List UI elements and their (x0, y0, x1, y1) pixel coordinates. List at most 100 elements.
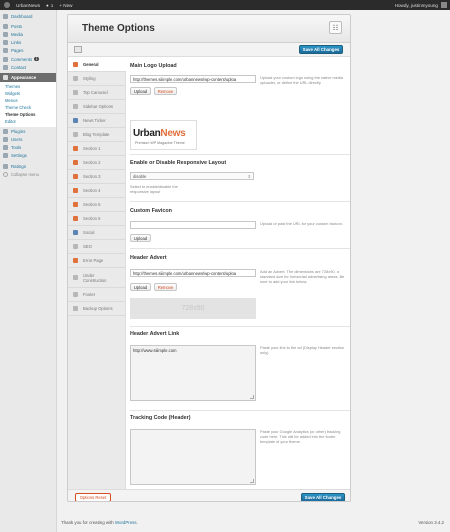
tab-sidebar-options[interactable]: Sidebar Options (68, 100, 125, 114)
submenu-widgets[interactable]: Widgets (0, 90, 56, 97)
sidebar-item-label: Links (11, 40, 22, 46)
comments-link[interactable]: ● 1 (46, 0, 53, 10)
logo-tagline: Premium WP Magazine Theme (135, 141, 185, 145)
sidebar-item-label: Media (11, 31, 23, 37)
sidebar-item-contact[interactable]: Contact (0, 63, 56, 71)
expand-toggle-icon[interactable] (74, 46, 82, 53)
divider (130, 326, 350, 327)
favicon-upload-button[interactable]: Upload (130, 234, 151, 242)
account-menu[interactable]: Howdy, justinmyoung (395, 0, 447, 10)
tab-label: Section 3 (83, 174, 101, 179)
advert-url-input[interactable]: http://themes.siiimple.com/urbannews/wp-… (130, 269, 256, 277)
tab-footer[interactable]: Footer (68, 288, 125, 302)
advert-remove-button[interactable]: Remove (154, 283, 177, 291)
submenu-themes[interactable]: Themes (0, 83, 56, 90)
footer-icon (73, 292, 78, 297)
tab-section-6[interactable]: Section 6 (68, 212, 125, 226)
footer-thanks: Thank you for creating with WordPress. (61, 520, 138, 525)
advert-upload-button[interactable]: Upload (130, 283, 151, 291)
tab-section-2[interactable]: Section 2 (68, 156, 125, 170)
tab-section-4[interactable]: Section 4 (68, 184, 125, 198)
favicon-description: Upload or past the URL for your custom f… (260, 221, 343, 226)
carousel-icon (73, 90, 78, 95)
sidebar-item-dashboard[interactable]: Dashboard (0, 12, 56, 20)
tab-label: Social (83, 230, 95, 235)
sidebar-item-tools[interactable]: Tools (0, 144, 56, 152)
tab-label: Section 5 (83, 202, 101, 207)
backup-icon (73, 306, 78, 311)
wordpress-logo-icon[interactable] (4, 2, 10, 8)
sidebar-item-plugins[interactable]: Plugins (0, 127, 56, 135)
resize-grip-icon[interactable] (250, 479, 254, 483)
logo-url-input[interactable]: http://themes.siiimple.com/urbannews/wp-… (130, 75, 256, 83)
divider (130, 248, 350, 249)
header-advert-title: Header Advert (130, 255, 167, 261)
save-all-changes-button-bottom[interactable]: Save All Changes (301, 493, 345, 501)
collapse-menu-button[interactable]: Collapse menu (0, 170, 56, 178)
options-toolbar: Save All Changes (68, 43, 350, 57)
tab-general[interactable]: General (68, 58, 126, 72)
submenu-theme-options[interactable]: Theme Options (0, 111, 56, 118)
tab-social[interactable]: Social (68, 226, 125, 240)
seo-icon (73, 244, 78, 249)
submenu-theme-check[interactable]: Theme Check (0, 104, 56, 111)
responsive-layout-select[interactable]: disable ⇕ (130, 172, 254, 180)
comments-badge: 1 (34, 57, 40, 62)
sidebar-item-ratings[interactable]: Ratings (0, 162, 56, 170)
tab-seo[interactable]: SEO (68, 240, 125, 254)
save-all-changes-button-top[interactable]: Save All Changes (299, 45, 343, 54)
sidebar-item-label: Users (11, 137, 23, 143)
sidebar-item-posts[interactable]: Posts (0, 22, 56, 30)
tab-styling[interactable]: Styling (68, 72, 125, 86)
tab-blog-template[interactable]: Blog Template (68, 128, 125, 142)
sidebar-item-comments[interactable]: Comments 1 (0, 55, 56, 63)
general-icon (73, 62, 78, 67)
sidebar-item-media[interactable]: Media (0, 30, 56, 38)
admin-footer: Thank you for creating with WordPress. V… (57, 518, 450, 532)
sidebar-item-pages[interactable]: Pages (0, 47, 56, 55)
theme-options-logo-icon: ☷ (329, 21, 342, 34)
new-content-link[interactable]: + New (59, 0, 72, 10)
tools-icon (3, 145, 8, 151)
tab-error-page[interactable]: Error Page (68, 254, 125, 268)
tab-top-carousel[interactable]: Top Carousel (68, 86, 125, 100)
favicon-url-input[interactable] (130, 221, 256, 229)
greeting: Howdy, justinmyoung (394, 2, 438, 8)
panel-footer: Options Reset Save All Changes (68, 489, 350, 501)
logo-upload-title: Main Logo Upload (130, 63, 177, 69)
submenu-menus[interactable]: Menus (0, 97, 56, 104)
divider (130, 154, 350, 155)
tab-section-3[interactable]: Section 3 (68, 170, 125, 184)
logo-remove-button[interactable]: Remove (154, 87, 177, 95)
logo-upload-button[interactable]: Upload (130, 87, 151, 95)
select-arrows-icon: ⇕ (247, 174, 251, 179)
advert-link-description: Paste your link to the ad (Display Heade… (260, 345, 345, 356)
media-icon (3, 31, 8, 37)
sidebar-item-users[interactable]: Users (0, 136, 56, 144)
section-icon (73, 216, 78, 221)
sidebar-item-label: Ratings (11, 163, 26, 169)
wp-version: Version 3.4.2 (418, 520, 444, 525)
wordpress-link[interactable]: WordPress (115, 520, 137, 525)
site-name-link[interactable]: UrbanNews (16, 0, 40, 10)
sidebar-item-appearance[interactable]: Appearance (0, 73, 56, 83)
collapse-arrow-icon (3, 171, 8, 177)
tab-section-1[interactable]: Section 1 (68, 142, 125, 156)
tab-backup-options[interactable]: Backup Options (68, 302, 125, 316)
tab-news-ticker[interactable]: News Ticker (68, 114, 125, 128)
resize-grip-icon[interactable] (250, 395, 254, 399)
sidebar-item-links[interactable]: Links (0, 39, 56, 47)
footer-thanks-period: . (136, 520, 138, 525)
tab-section-5[interactable]: Section 5 (68, 198, 125, 212)
tracking-code-textarea[interactable] (130, 429, 256, 485)
tab-under-construction[interactable]: Under Construction (68, 268, 125, 288)
tracking-code-description: Paste your Google Analytics (or other) t… (260, 429, 341, 445)
new-label: + New (59, 2, 73, 8)
sidebar-item-settings[interactable]: Settings (0, 152, 56, 160)
comment-bubble-icon: ● (46, 2, 49, 8)
options-reset-button[interactable]: Options Reset (75, 493, 111, 501)
comments-count: 1 (50, 2, 54, 8)
advert-link-textarea[interactable]: http://www.siiimple.com (130, 345, 256, 401)
submenu-editor[interactable]: Editor (0, 118, 56, 125)
settings-icon (3, 153, 8, 159)
